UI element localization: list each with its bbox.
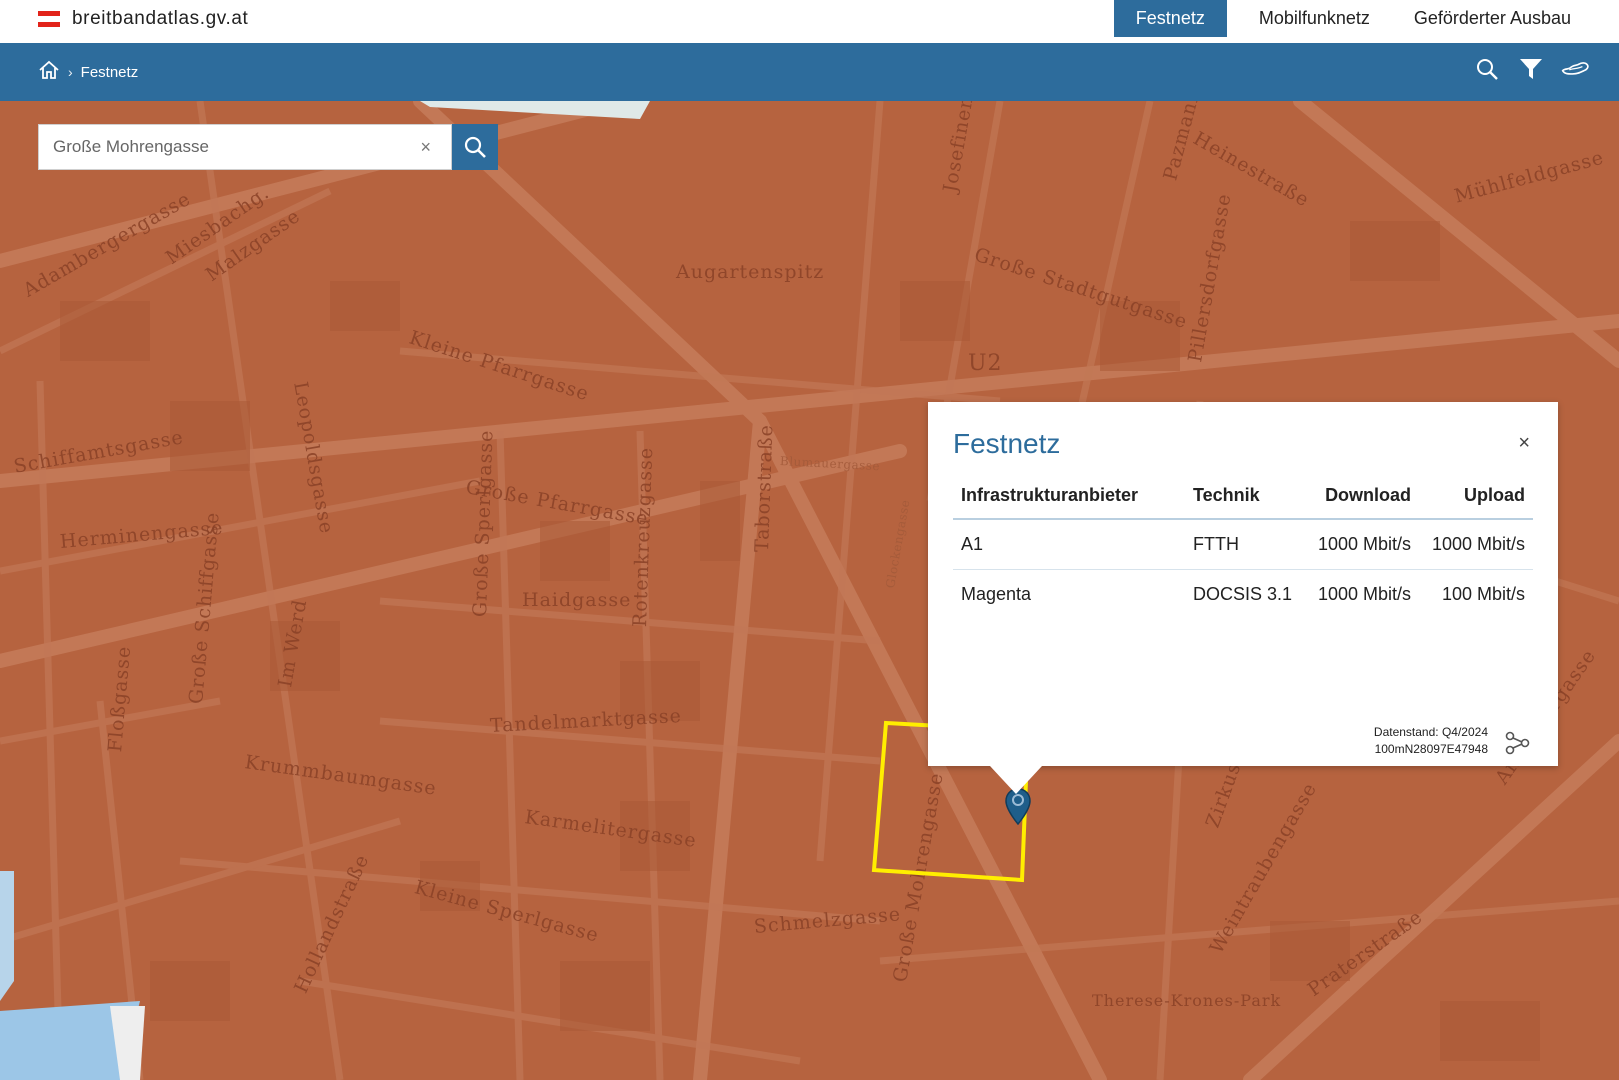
table-cell: 1000 Mbit/s (1419, 519, 1533, 570)
column-header: Infrastrukturanbieter (953, 479, 1185, 520)
table-cell: Magenta (961, 584, 1032, 604)
provider-table: Infrastrukturanbieter Technik Download U… (953, 479, 1533, 619)
tab-mobilfunknetz[interactable]: Mobilfunknetz (1237, 0, 1392, 37)
tab-gefoerderter-ausbau[interactable]: Geförderter Ausbau (1392, 0, 1619, 37)
table-cell: 1000 Mbit/s (1318, 584, 1412, 604)
table-row: A1 FTTH 1000 Mbit/s 1000 Mbit/s (953, 519, 1533, 570)
filter-icon[interactable] (1517, 55, 1545, 83)
table-cell: FTTH (1185, 519, 1306, 570)
clear-search-icon[interactable]: × (412, 137, 439, 158)
austria-flag-icon (38, 11, 60, 27)
column-header: Download (1305, 479, 1420, 520)
map-toolbar (1473, 55, 1589, 83)
table-cell: A1 (953, 519, 1185, 570)
breadcrumb-bar: › Festnetz (0, 43, 1619, 101)
breadcrumb-current: Festnetz (80, 63, 139, 81)
search-field: × (38, 124, 452, 170)
data-status: Datenstand: Q4/2024 (1373, 725, 1488, 739)
popup-meta: Datenstand: Q4/2024 100mN28097E47948 (1374, 724, 1488, 758)
table-cell: 1000 Mbit/s (1305, 519, 1420, 570)
search-input[interactable] (51, 136, 413, 158)
breadcrumb-separator-icon: › (68, 64, 73, 80)
cell-id: 100mN28097E47948 (1374, 742, 1488, 756)
share-icon[interactable] (1504, 730, 1530, 756)
column-header: Technik (1185, 479, 1306, 520)
table-row: Magenta DOCSIS 3.1 1000 Mbit/s 100 Mbit/… (953, 570, 1533, 620)
tab-festnetz[interactable]: Festnetz (1113, 0, 1227, 37)
column-header: Upload (1419, 479, 1533, 520)
top-header: breitbandatlas.gv.at Festnetz Mobilfunkn… (0, 0, 1619, 43)
home-icon[interactable] (38, 59, 60, 85)
address-search: × (38, 124, 498, 170)
close-icon[interactable]: × (1518, 432, 1530, 455)
popup-title: Festnetz (953, 428, 1061, 459)
table-header-row: Infrastrukturanbieter Technik Download U… (953, 479, 1533, 520)
main-navigation: Festnetz Mobilfunknetz Geförderter Ausba… (1113, 0, 1619, 37)
table-cell: DOCSIS 3.1 (1193, 584, 1293, 604)
search-icon[interactable] (1473, 55, 1501, 83)
search-icon (464, 136, 486, 158)
brand-name: breitbandatlas.gv.at (72, 8, 249, 29)
brand-logo[interactable]: breitbandatlas.gv.at (38, 8, 248, 30)
info-popup: Festnetz × Infrastrukturanbieter Technik… (928, 402, 1558, 794)
table-cell: 100 Mbit/s (1441, 584, 1525, 604)
breadcrumb: › Festnetz (38, 59, 138, 85)
austria-map-icon[interactable] (1561, 55, 1589, 83)
search-button[interactable] (452, 124, 498, 170)
